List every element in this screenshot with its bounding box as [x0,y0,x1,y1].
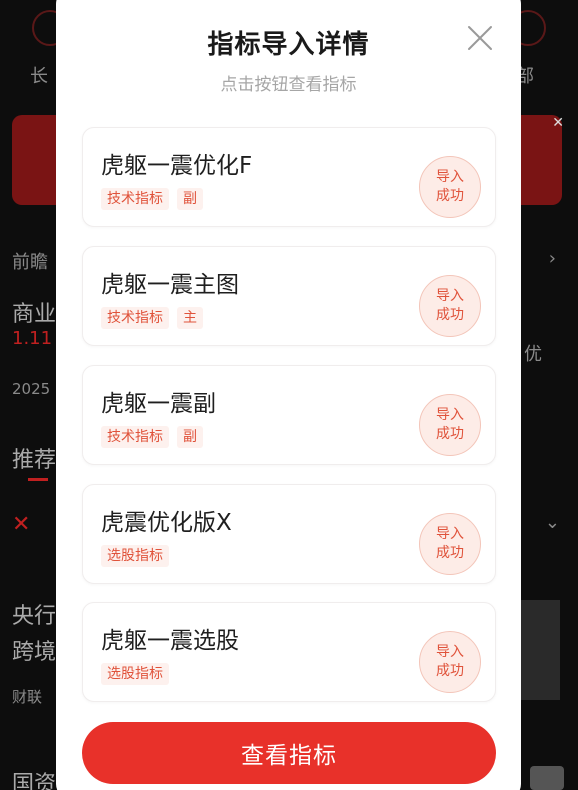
bg-text: 国资 [12,772,57,790]
indicator-card[interactable]: 虎躯一震优化F 技术指标 副 导入成功 [82,127,496,227]
indicator-position-tag: 主 [177,307,203,329]
indicator-card[interactable]: 虎躯一震主图 技术指标 主 导入成功 [82,246,496,346]
indicator-tags: 技术指标 主 [101,307,203,329]
import-status-badge: 导入成功 [419,156,481,218]
bg-thumbnail [520,600,560,700]
chevron-down-icon: ⌄ [544,512,560,533]
chevron-right-icon: › [548,248,556,269]
indicator-position-tag: 副 [177,426,203,448]
bg-banner-close-icon: ✕ [552,115,564,131]
indicator-import-modal: 指标导入详情 点击按钮查看指标 虎躯一震优化F 技术指标 副 导入成功 虎躯一震… [56,0,521,790]
indicator-name: 虎躯一震选股 [101,628,239,654]
import-status-badge: 导入成功 [419,394,481,456]
bg-underline [28,478,48,481]
indicator-type-tag: 选股指标 [101,545,169,567]
bg-text: 推荐 [12,448,57,473]
indicator-name: 虎躯一震主图 [101,272,239,298]
indicator-position-tag: 副 [177,188,203,210]
indicator-tags: 选股指标 [101,663,169,685]
indicator-name: 虎躯一震优化F [101,153,253,179]
modal-subtitle: 点击按钮查看指标 [220,75,357,95]
indicator-name: 虎震优化版X [101,510,232,536]
bg-text: 跨境 [12,640,57,665]
indicator-tags: 技术指标 副 [101,188,203,210]
indicator-type-tag: 选股指标 [101,663,169,685]
indicator-card[interactable]: 虎躯一震选股 选股指标 导入成功 [82,602,496,702]
bg-text: 优 [524,344,542,365]
indicator-type-tag: 技术指标 [101,307,169,329]
bg-text: 2025 [12,380,51,398]
import-status-badge: 导入成功 [419,631,481,693]
indicator-tags: 选股指标 [101,545,169,567]
indicator-name: 虎躯一震副 [101,391,216,417]
indicator-card[interactable]: 虎震优化版X 选股指标 导入成功 [82,484,496,584]
bg-text: 1.11 [12,328,53,349]
indicator-type-tag: 技术指标 [101,426,169,448]
indicator-tags: 技术指标 副 [101,426,203,448]
modal-title: 指标导入详情 [207,30,370,60]
import-status-badge: 导入成功 [419,275,481,337]
bg-tab: 长 [30,66,48,87]
bg-text: 财联 [12,688,43,706]
bg-text: 商业 [12,302,57,327]
import-status-badge: 导入成功 [419,513,481,575]
bg-button [530,766,564,790]
bg-text: 前瞻 [12,252,48,273]
bg-logo-icon: ✕ [12,512,31,537]
indicator-type-tag: 技术指标 [101,188,169,210]
indicator-card[interactable]: 虎躯一震副 技术指标 副 导入成功 [82,365,496,465]
close-icon[interactable] [464,22,496,54]
bg-text: 央行 [12,604,57,629]
view-indicators-button[interactable]: 查看指标 [82,722,496,784]
